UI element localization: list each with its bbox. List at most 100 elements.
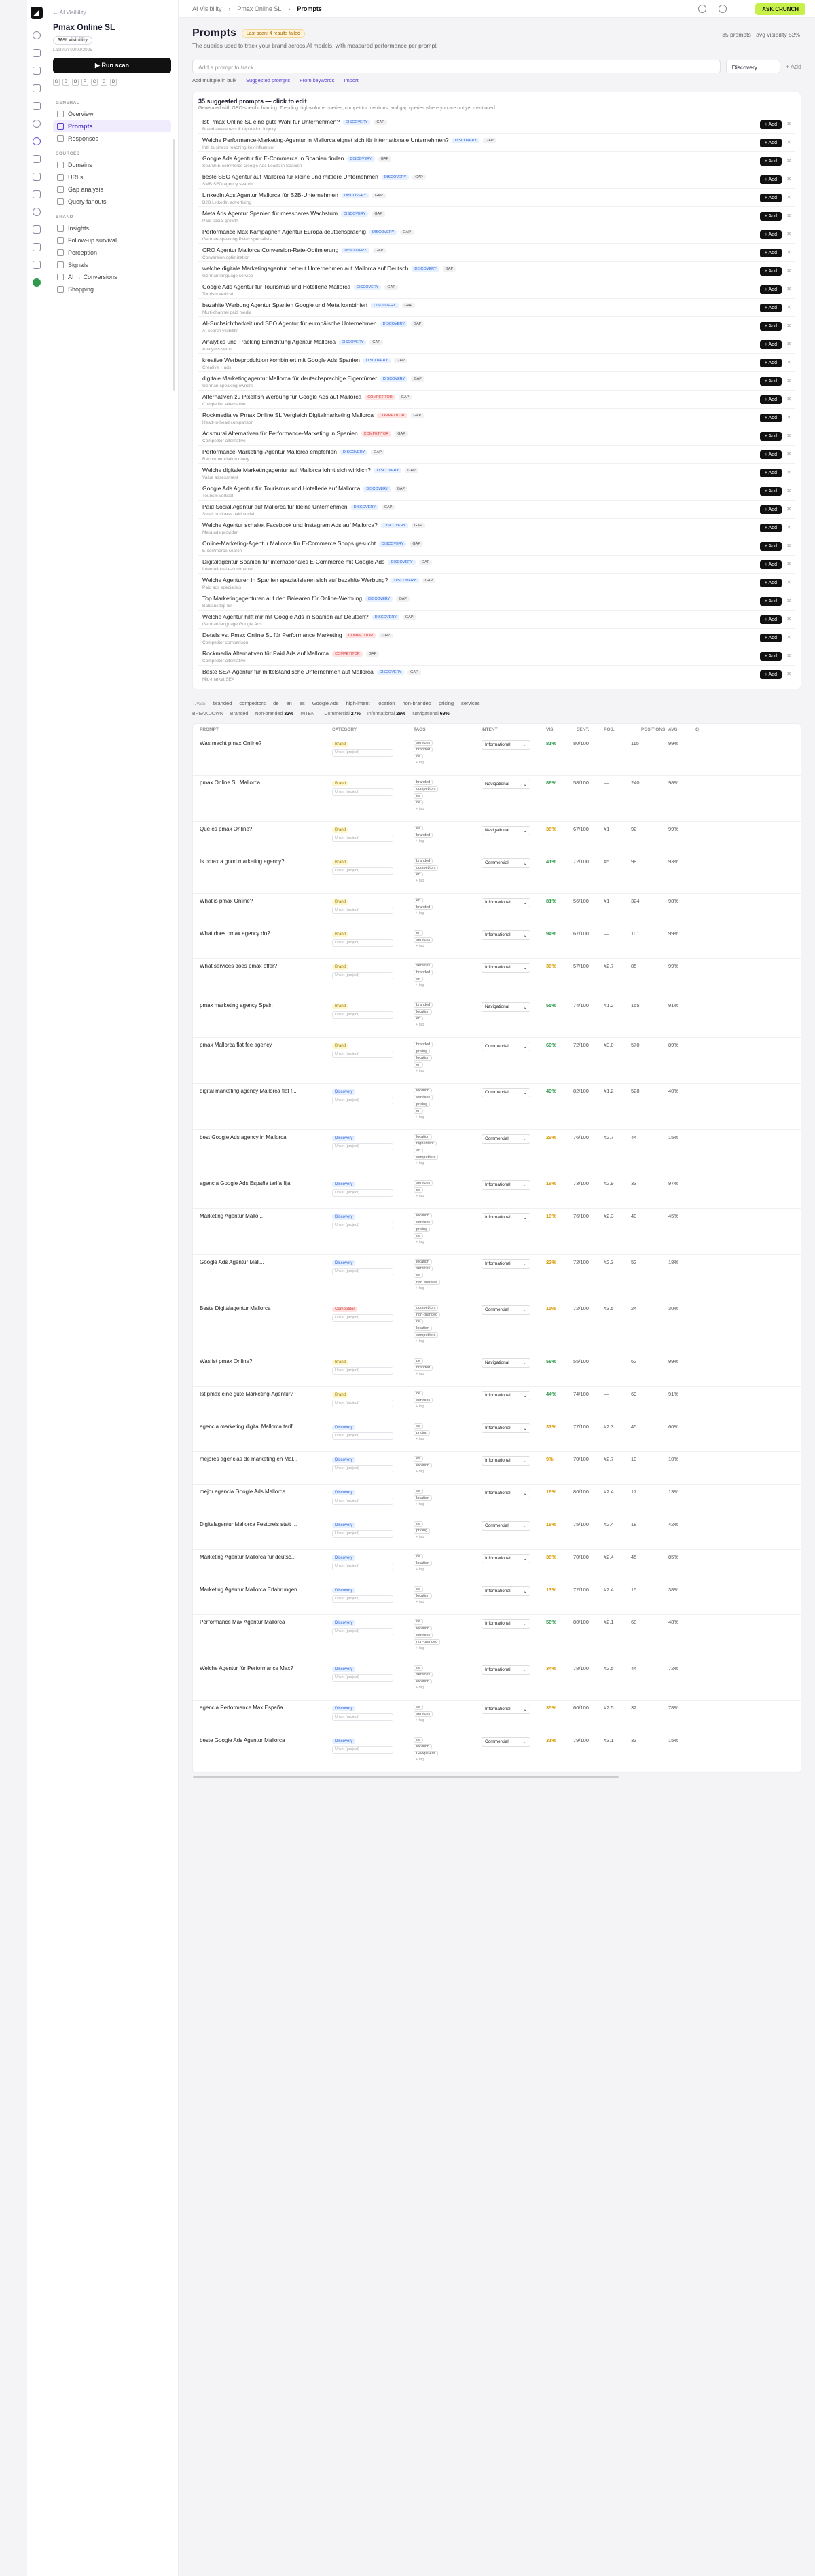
engine-icon[interactable]: B — [62, 79, 69, 86]
sidebar-item-query-fanouts[interactable]: Query fanouts — [53, 196, 171, 208]
tag-chip[interactable]: location — [414, 1088, 432, 1093]
tag-filter[interactable]: pricing — [439, 700, 454, 706]
tag-chip[interactable]: de — [414, 1665, 424, 1671]
category-select[interactable]: Unset (project) — [332, 1746, 393, 1754]
table-row[interactable]: Performance Max Agentur Mallorca Discover… — [193, 1615, 801, 1661]
category-select[interactable]: Unset (project) — [332, 867, 393, 875]
tag-chip[interactable]: branded — [414, 905, 433, 910]
add-tag-button[interactable]: + tag — [414, 1115, 426, 1119]
add-tag-button[interactable]: + tag — [414, 1023, 426, 1027]
table-scrollbar[interactable] — [193, 1776, 619, 1778]
tag-filter[interactable]: competitors — [239, 700, 266, 706]
tag-chip[interactable]: pricing — [414, 1528, 431, 1534]
tag-chip[interactable]: location — [414, 1561, 432, 1566]
table-row[interactable]: agencia marketing digital Mallorca tarif… — [193, 1419, 801, 1452]
tag-filter[interactable]: de — [273, 700, 278, 706]
suggested-prompt-row[interactable]: Rockmedia vs Pmax Online SL Vergleich Di… — [198, 408, 795, 427]
table-row[interactable]: agencia Performance Max España Discovery U… — [193, 1701, 801, 1733]
tag-chip[interactable]: es — [414, 1423, 423, 1429]
add-tag-button[interactable]: + tag — [414, 839, 426, 843]
tag-chip[interactable]: services — [414, 1633, 433, 1638]
suggested-prompt-row[interactable]: Meta Ads Agentur Spanien für messbares W… — [198, 206, 795, 225]
document-icon[interactable] — [32, 84, 41, 92]
dismiss-icon[interactable]: ✕ — [786, 506, 791, 512]
tag-chip[interactable]: en — [414, 1016, 424, 1021]
tag-chip[interactable]: branded — [414, 747, 433, 752]
tag-chip[interactable]: location — [414, 1744, 432, 1749]
sidebar-item-overview[interactable]: Overview — [53, 108, 171, 120]
add-tag-button[interactable]: + tag — [414, 1339, 426, 1343]
table-row[interactable]: Google Ads Agentur Mall... Discovery Unset… — [193, 1255, 801, 1301]
add-tag-button[interactable]: + tag — [414, 1240, 426, 1244]
dismiss-icon[interactable]: ✕ — [786, 451, 791, 457]
table-row[interactable]: Is pmax a good marketing agency? Brand Uns… — [193, 854, 801, 894]
table-row[interactable]: pmax Online SL Mallorca Brand Unset (proje… — [193, 776, 801, 822]
category-select[interactable]: Unset (project) — [332, 1432, 393, 1440]
engine-icon[interactable]: C — [91, 79, 98, 86]
table-row[interactable]: digital marketing agency Mallorca flat f… — [193, 1084, 801, 1130]
prompt-cell[interactable]: What does pmax agency do? — [193, 930, 332, 958]
tag-chip[interactable]: de — [414, 800, 424, 805]
intent-select[interactable]: Commercial ⌄ — [482, 1737, 530, 1747]
sidebar-item-domains[interactable]: Domains — [53, 159, 171, 171]
dismiss-icon[interactable]: ✕ — [786, 213, 791, 219]
tag-chip[interactable]: location — [414, 1326, 432, 1331]
tag-chip[interactable]: location — [414, 1213, 432, 1218]
tag-chip[interactable]: de — [414, 1233, 424, 1239]
add-tag-button[interactable]: + tag — [414, 1600, 426, 1604]
engine-icon[interactable]: D — [110, 79, 117, 86]
home-icon[interactable] — [32, 49, 41, 57]
engine-icon[interactable]: G — [101, 79, 107, 86]
dismiss-icon[interactable]: ✕ — [786, 653, 791, 659]
add-suggested-button[interactable]: + Add — [759, 194, 782, 202]
column-header[interactable]: POS. — [604, 727, 641, 732]
user-avatar-icon[interactable] — [32, 278, 41, 287]
table-row[interactable]: mejor agencia Google Ads Mallorca Discove… — [193, 1485, 801, 1517]
tag-chip[interactable]: non-branded — [414, 1312, 441, 1318]
dismiss-icon[interactable]: ✕ — [786, 671, 791, 677]
dismiss-icon[interactable]: ✕ — [786, 323, 791, 329]
table-row[interactable]: pmax Mallorca flat fee agency Brand Unset … — [193, 1038, 801, 1084]
table-row[interactable]: mejores agencias de marketing en Mal... D… — [193, 1452, 801, 1485]
category-select[interactable]: Unset (project) — [332, 1595, 393, 1603]
tag-chip[interactable]: en — [414, 977, 424, 982]
tag-chip[interactable]: services — [414, 1095, 433, 1100]
column-header[interactable]: PROMPT — [193, 727, 332, 732]
table-row[interactable]: beste Google Ads Agentur Mallorca Discove… — [193, 1733, 801, 1773]
prompt-cell[interactable]: pmax Online SL Mallorca — [193, 780, 332, 821]
prompt-cell[interactable]: What services does pmax offer? — [193, 963, 332, 998]
add-suggested-button[interactable]: + Add — [759, 450, 782, 459]
add-tag-button[interactable]: + tag — [414, 1535, 426, 1539]
dismiss-icon[interactable]: ✕ — [786, 414, 791, 420]
category-select[interactable]: Unset (project) — [332, 1465, 393, 1472]
tag-chip[interactable]: es — [414, 1187, 423, 1193]
tag-chip[interactable]: de — [414, 1619, 424, 1625]
eye-icon[interactable] — [32, 137, 41, 145]
tag-chip[interactable]: de — [414, 1737, 424, 1743]
intent-select[interactable]: Informational ⌄ — [482, 1259, 530, 1269]
breakdown-select[interactable]: Branded — [230, 712, 248, 716]
table-row[interactable]: best Google Ads agency in Mallorca Discov… — [193, 1130, 801, 1176]
sidebar-item-ai-conversions[interactable]: AI → Conversions — [53, 271, 171, 283]
add-tag-button[interactable]: + tag — [414, 1686, 426, 1690]
add-tag-button[interactable]: + tag — [414, 1470, 426, 1474]
sidebar-item-prompts[interactable]: Prompts — [53, 120, 171, 132]
engine-icon[interactable]: G — [53, 79, 60, 86]
dismiss-icon[interactable]: ✕ — [786, 359, 791, 365]
prompt-cell[interactable]: Marketing Agentur Mallorca für deutsc... — [193, 1554, 332, 1582]
intent-select[interactable]: Informational ⌄ — [482, 1456, 530, 1466]
tag-filter[interactable]: Google Ads — [312, 700, 339, 706]
table-row[interactable]: Beste Digitalagentur Mallorca Competitor U… — [193, 1301, 801, 1354]
column-header[interactable]: POSITIONS — [641, 727, 668, 732]
dismiss-icon[interactable]: ✕ — [786, 616, 791, 622]
bulk-add-link[interactable]: Add multiple in bulk — [192, 77, 236, 84]
tag-chip[interactable]: location — [414, 1055, 432, 1061]
add-suggested-button[interactable]: + Add — [759, 139, 782, 147]
tag-chip[interactable]: en — [414, 898, 424, 903]
intent-select[interactable]: Informational ⌄ — [482, 1705, 530, 1714]
category-select[interactable]: Unset (project) — [332, 1713, 393, 1721]
prompt-cell[interactable]: beste Google Ads Agentur Mallorca — [193, 1737, 332, 1772]
add-tag-button[interactable]: + tag — [414, 1194, 426, 1198]
tag-chip[interactable]: location — [414, 1009, 432, 1015]
add-suggested-button[interactable]: + Add — [759, 670, 782, 679]
